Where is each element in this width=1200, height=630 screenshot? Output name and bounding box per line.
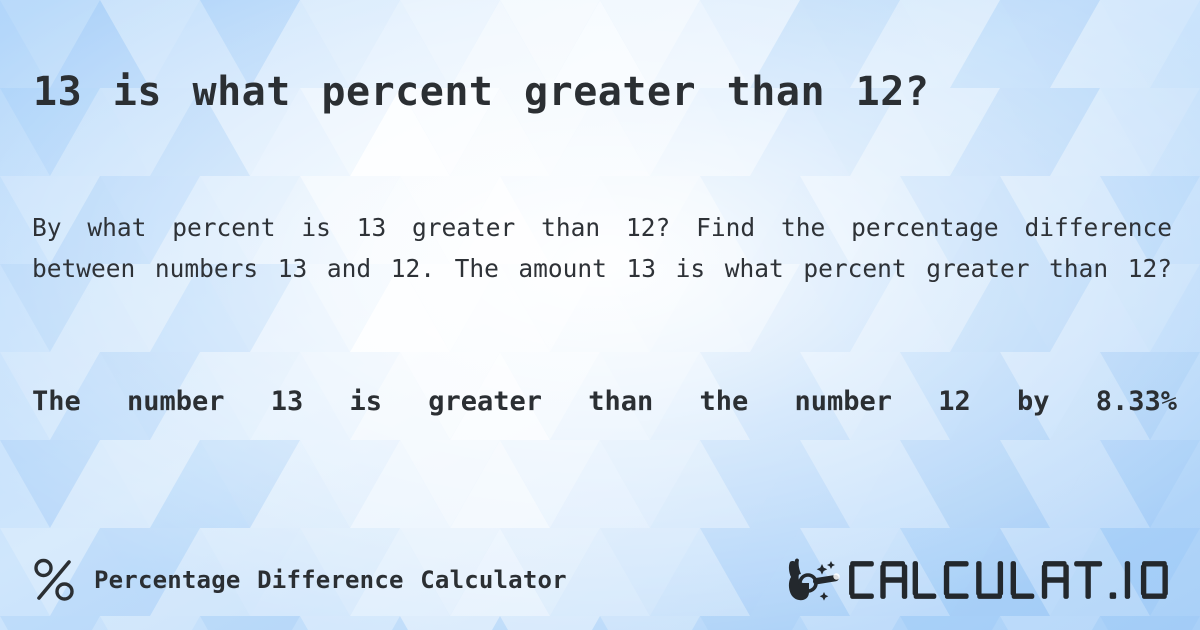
description-text: By what percent is 13 greater than 12? F… [32,212,1172,283]
card-footer: Percentage Difference Calculator [0,540,1200,620]
answer-text: The number 13 is greater than the number… [32,386,1177,417]
magic-wand-hand-icon [788,558,840,601]
site-logo[interactable] [784,540,1176,620]
page-title: 13 is what percent greater than 12? [33,68,930,115]
calculatio-wordmark [848,561,1168,599]
card-content: 13 is what percent greater than 12? By w… [0,0,1200,630]
footer-brand: Percentage Difference Calculator [32,540,567,620]
share-card: 13 is what percent greater than 12? By w… [0,0,1200,630]
percent-icon [34,558,74,601]
footer-label: Percentage Difference Calculator [94,566,567,594]
